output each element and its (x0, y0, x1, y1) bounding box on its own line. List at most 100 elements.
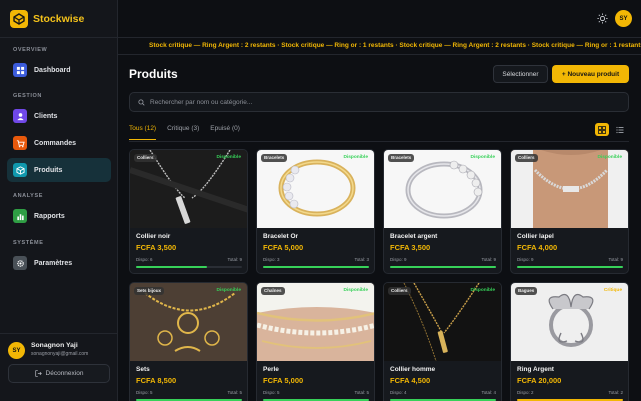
status-badge: Disponible (216, 288, 241, 293)
grid-view-button[interactable] (595, 123, 609, 136)
sidebar-item-commandes[interactable]: Commandes (7, 131, 111, 155)
stock-total: Total: 9 (227, 257, 242, 262)
stock-bar (263, 266, 369, 268)
stock-alert-ticker: Stock critique — Ring Argent : 2 restant… (118, 38, 641, 55)
sidebar-item-label: Commandes (34, 139, 77, 147)
stock-available: Dispo: 9 (517, 257, 534, 262)
stock-bar-fill (390, 266, 496, 268)
stock-available: Dispo: 5 (263, 390, 280, 395)
tab-critical[interactable]: Critique (3) (167, 122, 199, 140)
product-price: FCFA 3,500 (390, 243, 431, 252)
user-box: SY Sonagnon Yaji sonagnonyaji@gmail.com … (0, 333, 118, 401)
stock-bar-fill (136, 266, 208, 268)
topbar: SY (118, 0, 641, 38)
new-product-button[interactable]: + Nouveau produit (552, 65, 629, 83)
product-card[interactable]: Bagues Critique Ring Argent FCFA 20,000 Disp… (510, 282, 629, 401)
product-price: FCFA 20,000 (517, 376, 562, 385)
page-title: Produits (129, 67, 178, 81)
category-badge: Bracelets (261, 154, 288, 162)
product-price: FCFA 5,000 (263, 376, 304, 385)
product-card[interactable]: Bracelets Disponible Bracelet Or FCFA 5,000… (256, 149, 375, 274)
stock-meta: Dispo: 5 Total: 5 (136, 390, 242, 395)
search-icon (138, 98, 145, 106)
sidebar-item-label: Rapports (34, 212, 65, 220)
sidebar-item-label: Dashboard (34, 66, 71, 74)
product-name: Ring Argent (517, 366, 554, 373)
product-card[interactable]: Chaînes Disponible Perle FCFA 5,000 Dispo: 5… (256, 282, 375, 401)
category-badge: Chaînes (261, 287, 285, 295)
product-name: Sets (136, 366, 150, 373)
product-card[interactable]: Bracelets Disponible Bracelet argent FCFA 3… (383, 149, 502, 274)
sidebar-item-label: Produits (34, 166, 63, 174)
chart-icon (13, 209, 27, 223)
sidebar-item-produits[interactable]: Produits (7, 158, 111, 182)
stock-total: Total: 5 (354, 390, 369, 395)
topbar-avatar[interactable]: SY (615, 10, 632, 27)
category-badge: Sets bijoux (134, 287, 165, 295)
list-icon (616, 126, 624, 133)
product-card[interactable]: Sets bijoux Disponible Sets FCFA 8,500 Dispo… (129, 282, 248, 401)
list-view-button[interactable] (613, 123, 627, 136)
stock-meta: Dispo: 9 Total: 9 (390, 257, 496, 262)
stock-available: Dispo: 3 (263, 257, 280, 262)
section-analyse: ANALYSE (13, 193, 43, 199)
status-badge: Disponible (597, 155, 622, 160)
sidebar-item-parametres[interactable]: Paramètres (7, 251, 111, 275)
product-card[interactable]: Colliers Disponible Collier homme FCFA 4,50… (383, 282, 502, 401)
dashboard-icon (13, 63, 27, 77)
section-gestion: GESTION (13, 93, 42, 99)
select-button[interactable]: Sélectionner (493, 65, 548, 83)
brand[interactable]: Stockwise (0, 0, 117, 38)
product-price: FCFA 4,000 (517, 243, 558, 252)
brand-logo-icon (10, 9, 28, 28)
stock-available: Dispo: 9 (390, 257, 407, 262)
product-card[interactable]: Colliers Disponible Collier noir FCFA 3,500… (129, 149, 248, 274)
sidebar-item-dashboard[interactable]: Dashboard (7, 58, 111, 82)
stock-bar-fill (263, 266, 369, 268)
stock-total: Total: 9 (481, 257, 496, 262)
sidebar-item-clients[interactable]: Clients (7, 104, 111, 128)
product-name: Perle (263, 366, 279, 373)
tab-out-of-stock[interactable]: Epuisé (0) (210, 122, 240, 140)
tab-all[interactable]: Tous (12) (129, 122, 157, 140)
stock-meta: Dispo: 5 Total: 5 (263, 390, 369, 395)
product-name: Bracelet Or (263, 233, 299, 240)
sidebar-item-label: Paramètres (34, 259, 73, 267)
stock-total: Total: 2 (608, 390, 623, 395)
main-content: SY Stock critique — Ring Argent : 2 rest… (118, 0, 641, 401)
app-root: Stockwise OVERVIEW Dashboard GESTION Cli… (0, 0, 641, 401)
logout-icon (34, 370, 42, 377)
tabs-divider (129, 141, 629, 142)
stock-total: Total: 9 (608, 257, 623, 262)
section-overview: OVERVIEW (13, 47, 48, 53)
stock-total: Total: 3 (354, 257, 369, 262)
sidebar-item-rapports[interactable]: Rapports (7, 204, 111, 228)
stock-total: Total: 5 (227, 390, 242, 395)
sidebar-item-label: Clients (34, 112, 58, 120)
product-price: FCFA 8,500 (136, 376, 177, 385)
search-input[interactable] (150, 98, 610, 106)
product-name: Bracelet argent (390, 233, 438, 240)
category-badge: Bracelets (388, 154, 415, 162)
status-badge: Disponible (343, 288, 368, 293)
stock-bar-fill (517, 266, 623, 268)
stock-available: Dispo: 4 (390, 390, 407, 395)
sun-icon[interactable] (597, 13, 608, 24)
status-badge: Disponible (343, 155, 368, 160)
stock-bar (390, 266, 496, 268)
user-name: Sonagnon Yaji (31, 342, 78, 349)
stock-meta: Dispo: 4 Total: 4 (390, 390, 496, 395)
product-price: FCFA 4,500 (390, 376, 431, 385)
logout-button[interactable]: Déconnexion (8, 364, 110, 383)
category-badge: Bagues (515, 287, 538, 295)
product-card[interactable]: Colliers Disponible Collier lapel FCFA 4,00… (510, 149, 629, 274)
stock-meta: Dispo: 3 Total: 3 (263, 257, 369, 262)
stock-available: Dispo: 5 (136, 390, 153, 395)
section-systeme: SYSTÈME (13, 240, 44, 246)
status-badge: Critique (603, 288, 622, 293)
avatar[interactable]: SY (8, 342, 25, 359)
status-badge: Disponible (470, 288, 495, 293)
product-price: FCFA 5,000 (263, 243, 304, 252)
stock-meta: Dispo: 6 Total: 9 (136, 257, 242, 262)
stock-meta: Dispo: 2 Total: 2 (517, 390, 623, 395)
